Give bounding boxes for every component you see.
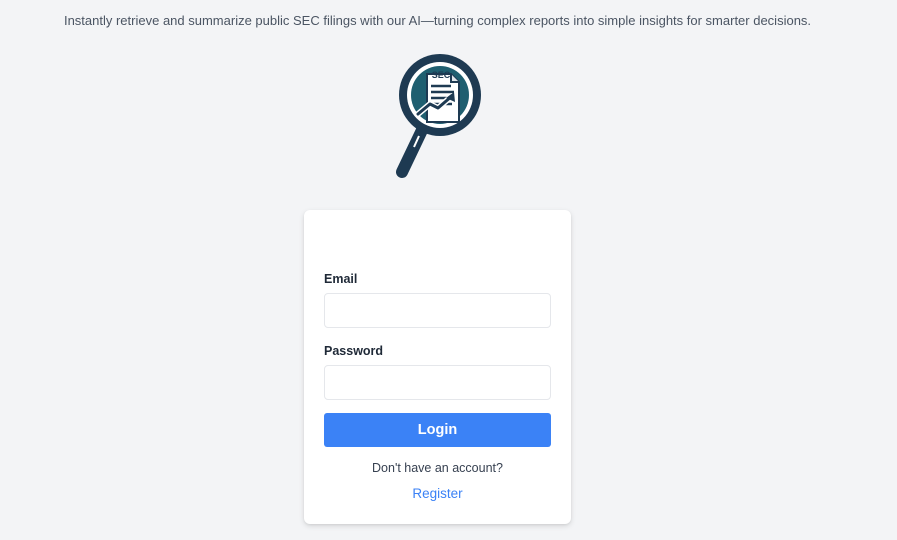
register-link[interactable]: Register bbox=[304, 486, 571, 501]
email-field[interactable] bbox=[324, 293, 551, 328]
email-label: Email bbox=[324, 272, 358, 286]
sec-logo-icon: SEC bbox=[394, 52, 488, 182]
login-button[interactable]: Login bbox=[324, 413, 551, 447]
login-page: Instantly retrieve and summarize public … bbox=[0, 0, 897, 540]
password-field[interactable] bbox=[324, 365, 551, 400]
password-label: Password bbox=[324, 344, 384, 358]
logo-sec-text: SEC bbox=[432, 70, 451, 80]
login-card: Email Password Login Don't have an accou… bbox=[304, 210, 571, 524]
no-account-text: Don't have an account? bbox=[372, 461, 503, 475]
tagline: Instantly retrieve and summarize public … bbox=[63, 13, 812, 28]
